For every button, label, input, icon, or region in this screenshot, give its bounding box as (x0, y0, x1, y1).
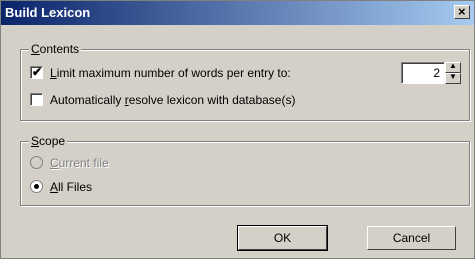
spin-down-icon: ▼ (449, 72, 457, 81)
ok-button[interactable]: OK (237, 225, 328, 251)
title-bar[interactable]: Build Lexicon × (1, 1, 474, 25)
radio-selected-dot (34, 184, 39, 189)
dialog-title: Build Lexicon (5, 5, 91, 20)
contents-legend: Contents (29, 42, 82, 56)
limit-words-checkbox-box[interactable]: ✔ (30, 66, 43, 79)
current-file-label: Current file (50, 156, 109, 170)
max-words-input[interactable]: 2 (401, 62, 445, 84)
all-files-radio-circle[interactable] (30, 180, 43, 193)
checkmark-icon: ✔ (32, 65, 43, 79)
close-icon: × (458, 4, 466, 19)
scope-legend: Scope (29, 134, 68, 148)
scope-group: Scope (20, 134, 470, 206)
contents-group: Contents (20, 42, 470, 121)
limit-words-label: Limit maximum number of words per entry … (50, 66, 291, 80)
cancel-button[interactable]: Cancel (367, 226, 456, 250)
current-file-radio-circle[interactable] (30, 156, 43, 169)
auto-resolve-label: Automatically resolve lexicon with datab… (50, 93, 296, 107)
max-words-spinner: ▲ ▼ (445, 61, 461, 84)
all-files-label: All Files (50, 180, 93, 194)
spin-down-button[interactable]: ▼ (445, 72, 461, 84)
auto-resolve-checkbox-box[interactable] (30, 93, 43, 106)
close-button[interactable]: × (454, 4, 470, 19)
build-lexicon-dialog: Build Lexicon × Contents ✔ Limit maximum… (0, 0, 475, 259)
